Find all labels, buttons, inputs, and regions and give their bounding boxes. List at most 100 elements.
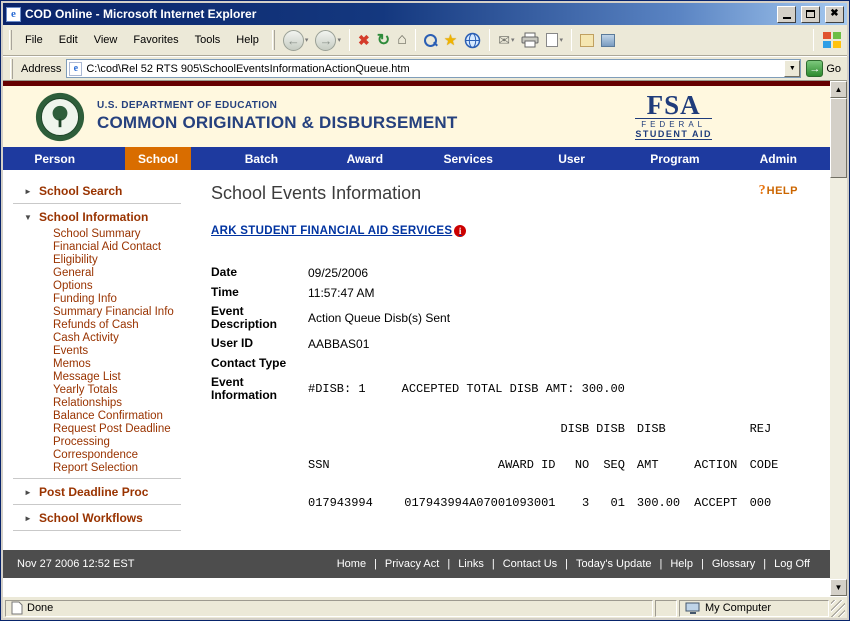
footer-link[interactable]: Contact Us bbox=[503, 558, 576, 570]
toolbar-grip[interactable] bbox=[272, 30, 275, 50]
collapsed-arrow-icon: ► bbox=[24, 488, 34, 497]
refresh-icon: ↻ bbox=[377, 30, 390, 50]
sidebar-link[interactable]: School Summary bbox=[3, 228, 203, 241]
toolbar-grip[interactable] bbox=[9, 30, 12, 50]
sidebar-link[interactable]: Events bbox=[3, 345, 203, 358]
refresh-button[interactable]: ↻ bbox=[374, 29, 393, 51]
footer-link[interactable]: Glossary bbox=[712, 558, 774, 570]
edit-button[interactable]: ▾ bbox=[543, 32, 566, 48]
sidebar-link[interactable]: Summary Financial Info bbox=[3, 306, 203, 319]
menu-item[interactable]: Help bbox=[228, 31, 267, 49]
messenger-icon bbox=[601, 34, 615, 47]
sidebar-link[interactable]: Relationships bbox=[3, 397, 203, 410]
back-dropdown-icon[interactable]: ▾ bbox=[305, 36, 309, 44]
go-button[interactable]: → Go bbox=[806, 60, 843, 77]
home-button[interactable]: ⌂ bbox=[394, 30, 410, 50]
nav-tab[interactable]: School bbox=[106, 147, 209, 170]
nav-tab[interactable]: Award bbox=[313, 147, 416, 170]
scrollbar-track[interactable] bbox=[830, 98, 847, 579]
info-icon[interactable]: i bbox=[454, 225, 466, 237]
sidebar-link[interactable]: Message List bbox=[3, 371, 203, 384]
status-panel: Done bbox=[5, 600, 653, 617]
education-seal-logo bbox=[35, 92, 85, 142]
minimize-icon bbox=[783, 17, 791, 19]
minimize-button[interactable] bbox=[777, 6, 796, 23]
scroll-down-button[interactable]: ▼ bbox=[830, 579, 847, 596]
mail-button[interactable]: ✉ ▾ bbox=[495, 31, 517, 50]
close-button[interactable]: ✖ bbox=[825, 6, 844, 23]
sidebar-link[interactable]: General bbox=[3, 267, 203, 280]
scroll-up-button[interactable]: ▲ bbox=[830, 81, 847, 98]
nav-tab[interactable]: Admin bbox=[727, 147, 830, 170]
resize-grip[interactable] bbox=[831, 600, 845, 617]
print-button[interactable] bbox=[518, 31, 542, 49]
nav-tab[interactable]: Person bbox=[3, 147, 106, 170]
maximize-button[interactable] bbox=[801, 6, 820, 23]
messenger-button[interactable] bbox=[598, 33, 618, 48]
nav-tab[interactable]: Batch bbox=[210, 147, 313, 170]
field-value: 09/25/2006 bbox=[308, 266, 368, 280]
stop-button[interactable]: ✖ bbox=[355, 31, 373, 50]
sidebar-link[interactable]: Correspondence bbox=[3, 449, 203, 462]
search-button[interactable] bbox=[421, 33, 440, 48]
sidebar-link[interactable]: Options bbox=[3, 280, 203, 293]
footer-link[interactable]: Today's Update bbox=[576, 558, 670, 570]
windows-logo bbox=[822, 31, 842, 49]
school-row: ARK STUDENT FINANCIAL AID SERVICES i bbox=[211, 221, 812, 239]
nav-tab[interactable]: Services bbox=[417, 147, 520, 170]
my-computer-icon bbox=[685, 602, 701, 615]
security-zone-panel: My Computer bbox=[679, 600, 829, 617]
favorites-button[interactable]: ★ bbox=[441, 30, 460, 50]
sidebar-link[interactable]: Request Post Deadline bbox=[3, 423, 203, 436]
menu-item[interactable]: Edit bbox=[51, 31, 86, 49]
footer-link[interactable]: Links bbox=[458, 558, 503, 570]
sidebar-link[interactable]: Processing bbox=[3, 436, 203, 449]
sidebar-section-school-workflows[interactable]: ► School Workflows bbox=[3, 507, 203, 528]
nav-tab[interactable]: User bbox=[520, 147, 623, 170]
mail-dropdown-icon[interactable]: ▾ bbox=[511, 36, 515, 44]
sidebar-link[interactable]: Financial Aid Contact bbox=[3, 241, 203, 254]
footer-link[interactable]: Help bbox=[670, 558, 711, 570]
sidebar-link[interactable]: Eligibility bbox=[3, 254, 203, 267]
footer-link[interactable]: Log Off bbox=[774, 558, 810, 570]
sidebar-link[interactable]: Cash Activity bbox=[3, 332, 203, 345]
history-button[interactable] bbox=[461, 31, 484, 50]
discuss-button[interactable] bbox=[577, 33, 597, 48]
maximize-icon bbox=[806, 10, 815, 18]
menu-item[interactable]: Favorites bbox=[125, 31, 186, 49]
menu-item[interactable]: File bbox=[17, 31, 51, 49]
help-link[interactable]: ? HELP bbox=[759, 183, 798, 199]
sidebar-section-school-search[interactable]: ► School Search bbox=[3, 180, 203, 201]
sidebar-link[interactable]: Balance Confirmation bbox=[3, 410, 203, 423]
sidebar-section-school-information[interactable]: ▼ School Information bbox=[3, 206, 203, 227]
sidebar-link[interactable]: Memos bbox=[3, 358, 203, 371]
table-cell: ACCEPT bbox=[680, 496, 749, 510]
sidebar-section-post-deadline-proc[interactable]: ► Post Deadline Proc bbox=[3, 481, 203, 502]
table-cell: 300.00 bbox=[625, 496, 680, 510]
forward-button[interactable]: → ▾ bbox=[312, 29, 344, 52]
edit-dropdown-icon[interactable]: ▾ bbox=[559, 36, 563, 44]
address-value[interactable]: C:\cod\Rel 52 RTS 905\SchoolEventsInform… bbox=[82, 63, 784, 75]
sidebar-link[interactable]: Report Selection bbox=[3, 462, 203, 475]
sidebar-link[interactable]: Yearly Totals bbox=[3, 384, 203, 397]
footer-link[interactable]: Home bbox=[337, 558, 385, 570]
scrollbar-thumb[interactable] bbox=[830, 98, 847, 178]
school-name-link[interactable]: ARK STUDENT FINANCIAL AID SERVICES i bbox=[211, 225, 466, 237]
sidebar-link[interactable]: Refunds of Cash bbox=[3, 319, 203, 332]
footer-link[interactable]: Privacy Act bbox=[385, 558, 458, 570]
nav-tab[interactable]: Program bbox=[623, 147, 726, 170]
table-header-cell: AMT bbox=[625, 458, 680, 496]
content-area: ► School Search ▼ School Information Sch… bbox=[3, 170, 830, 550]
status-text: Done bbox=[27, 602, 53, 614]
menu-item[interactable]: Tools bbox=[187, 31, 229, 49]
forward-dropdown-icon[interactable]: ▾ bbox=[337, 36, 341, 44]
address-input[interactable]: e C:\cod\Rel 52 RTS 905\SchoolEventsInfo… bbox=[66, 59, 801, 78]
sidebar: ► School Search ▼ School Information Sch… bbox=[3, 170, 203, 550]
sidebar-link[interactable]: Funding Info bbox=[3, 293, 203, 306]
address-dropdown-button[interactable]: ▼ bbox=[784, 60, 800, 77]
vertical-scrollbar[interactable]: ▲ ▼ bbox=[830, 81, 847, 596]
toolbar-grip[interactable] bbox=[10, 59, 13, 79]
back-icon: ← bbox=[283, 30, 304, 51]
back-button[interactable]: ← ▾ bbox=[280, 29, 312, 52]
menu-item[interactable]: View bbox=[86, 31, 126, 49]
